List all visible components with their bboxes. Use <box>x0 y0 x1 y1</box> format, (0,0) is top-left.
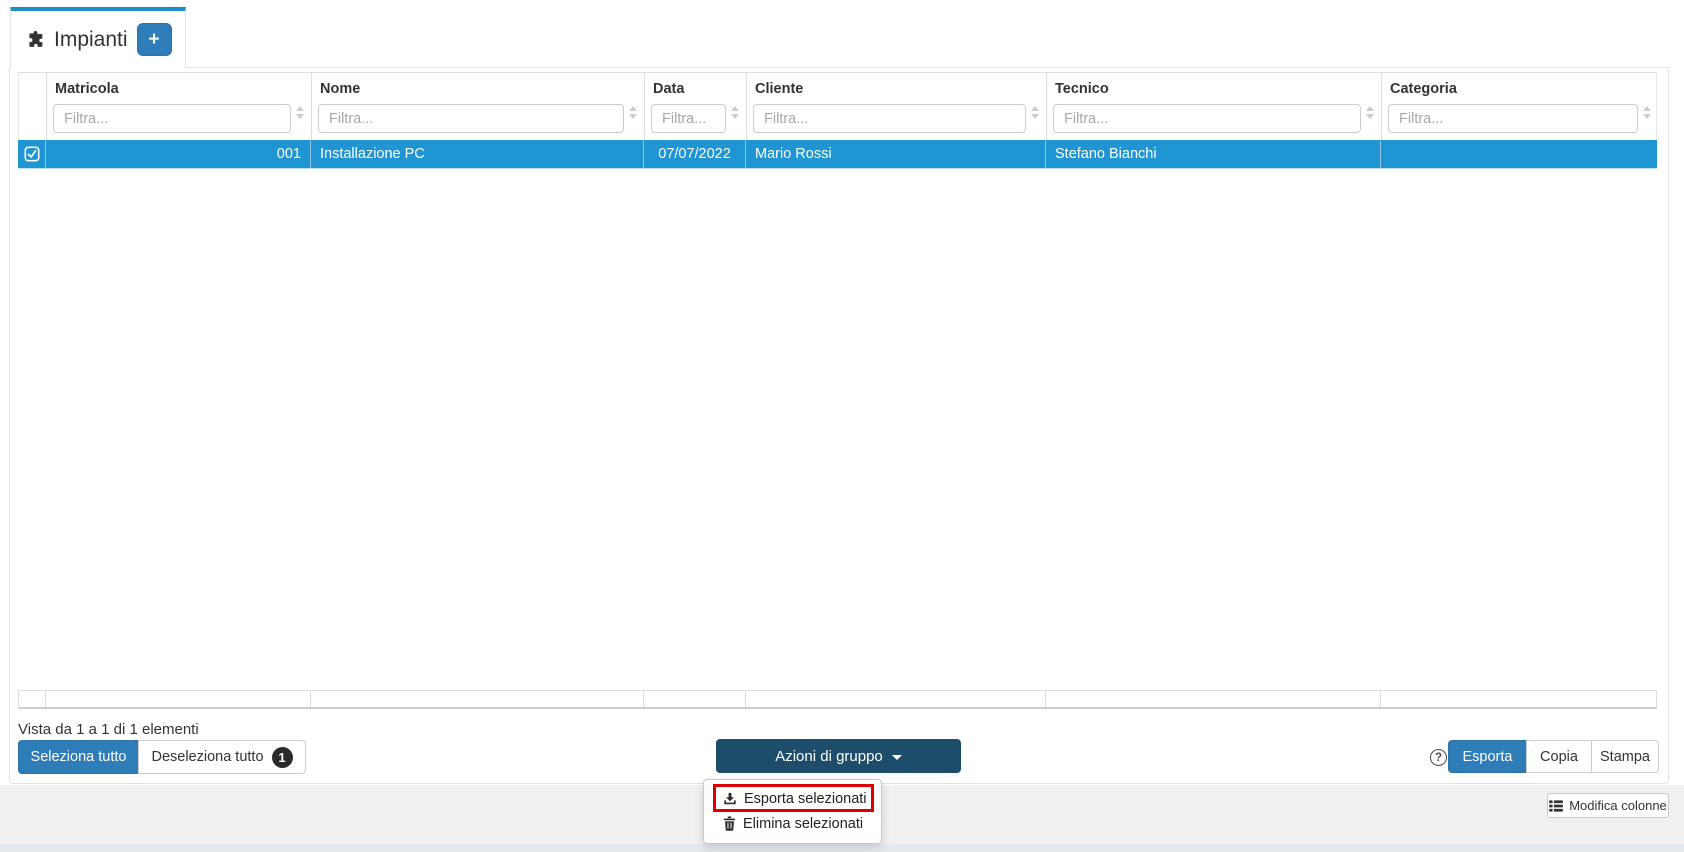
export-button[interactable]: Esporta <box>1448 740 1527 773</box>
table-row[interactable]: 001 Installazione PC 07/07/2022 Mario Ro… <box>18 140 1657 169</box>
menu-item-label: Esporta selezionati <box>744 791 867 807</box>
print-button[interactable]: Stampa <box>1591 740 1659 773</box>
caret-down-icon <box>892 755 902 760</box>
page: Impianti + Matricola Nome Data Cliente T… <box>0 0 1684 852</box>
pagination-summary: Vista da 1 a 1 di 1 elementi <box>18 721 199 738</box>
modify-columns-label: Modifica colonne <box>1569 798 1667 813</box>
footer-cell <box>45 691 310 707</box>
column-label-nome[interactable]: Nome <box>320 81 360 97</box>
help-icon[interactable]: ? <box>1430 749 1447 766</box>
filter-input-data[interactable] <box>651 104 726 133</box>
column-header-matricola: Matricola <box>46 73 311 141</box>
filter-input-cliente[interactable] <box>753 104 1026 133</box>
footer-cell <box>1045 691 1380 707</box>
check-square-icon <box>24 146 40 162</box>
column-header-tecnico: Tecnico <box>1046 73 1381 141</box>
column-header-data: Data <box>644 73 746 141</box>
add-tab-button[interactable]: + <box>137 23 172 56</box>
column-label-cliente[interactable]: Cliente <box>755 81 803 97</box>
sort-icon[interactable] <box>629 106 639 119</box>
sort-icon[interactable] <box>1366 106 1376 119</box>
column-header-categoria: Categoria <box>1381 73 1658 141</box>
column-label-matricola[interactable]: Matricola <box>55 81 119 97</box>
group-actions-label: Azioni di gruppo <box>775 748 883 765</box>
deselect-all-button[interactable]: Deseleziona tutto 1 <box>138 740 306 774</box>
row-select-checkbox[interactable] <box>18 140 45 168</box>
column-header-checkbox <box>19 73 46 141</box>
column-header-cliente: Cliente <box>746 73 1046 141</box>
group-actions-dropdown: Esporta selezionati Elimina selezionati <box>703 779 882 844</box>
footer-cell <box>745 691 1045 707</box>
menu-item-label: Elimina selezionati <box>743 816 863 832</box>
footer-cell <box>19 691 45 707</box>
menu-item-export-selected[interactable]: Esporta selezionati <box>704 786 881 811</box>
cell-matricola: 001 <box>45 140 310 168</box>
filter-input-tecnico[interactable] <box>1053 104 1361 133</box>
deselect-all-label: Deseleziona tutto <box>151 749 263 765</box>
tab-label: Impianti <box>54 28 128 52</box>
copy-button[interactable]: Copia <box>1526 740 1592 773</box>
column-label-categoria[interactable]: Categoria <box>1390 81 1457 97</box>
sort-icon[interactable] <box>296 106 306 119</box>
sort-icon[interactable] <box>1031 106 1041 119</box>
table-footer-row <box>18 690 1657 709</box>
tab-impianti[interactable]: Impianti + <box>10 7 186 68</box>
modify-columns-button[interactable]: Modifica colonne <box>1547 793 1669 818</box>
filter-input-categoria[interactable] <box>1388 104 1638 133</box>
export-button-group: Esporta Copia Stampa <box>1448 740 1659 773</box>
puzzle-piece-icon <box>26 30 45 49</box>
select-all-button[interactable]: Seleziona tutto <box>18 740 139 774</box>
footer-cell <box>1380 691 1656 707</box>
column-header-nome: Nome <box>311 73 644 141</box>
menu-item-delete-selected[interactable]: Elimina selezionati <box>704 811 881 836</box>
cell-categoria <box>1380 140 1657 168</box>
selection-count-badge: 1 <box>272 747 293 768</box>
sort-icon[interactable] <box>1643 106 1653 119</box>
page-footer-strip <box>0 844 1684 852</box>
footer-cell <box>310 691 643 707</box>
trash-icon <box>723 816 736 831</box>
cell-tecnico: Stefano Bianchi <box>1045 140 1380 168</box>
column-label-tecnico[interactable]: Tecnico <box>1055 81 1109 97</box>
content-panel <box>9 67 1669 784</box>
cell-data: 07/07/2022 <box>643 140 745 168</box>
cell-nome: Installazione PC <box>310 140 643 168</box>
sort-icon[interactable] <box>731 106 741 119</box>
filter-input-matricola[interactable] <box>53 104 291 133</box>
group-actions-button[interactable]: Azioni di gruppo <box>716 739 961 773</box>
th-list-icon <box>1549 800 1563 812</box>
column-label-data[interactable]: Data <box>653 81 684 97</box>
footer-cell <box>643 691 745 707</box>
cell-cliente: Mario Rossi <box>745 140 1045 168</box>
download-icon <box>723 792 737 806</box>
filter-input-nome[interactable] <box>318 104 624 133</box>
table-header: Matricola Nome Data Cliente Tecnico Cate… <box>18 72 1657 140</box>
